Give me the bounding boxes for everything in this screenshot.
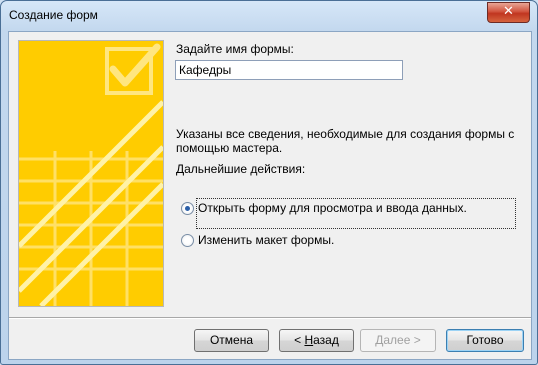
back-prefix: < bbox=[294, 333, 305, 347]
back-rest: азад bbox=[313, 333, 339, 347]
radio-unselected-icon[interactable] bbox=[181, 233, 194, 247]
form-name-input[interactable] bbox=[175, 60, 403, 80]
back-hotkey: Н bbox=[304, 333, 314, 347]
option-edit-layout[interactable]: Изменить макет формы. bbox=[181, 232, 334, 248]
dialog-client-area: Задайте имя формы: Указаны все сведения,… bbox=[8, 31, 532, 360]
dialog-window: Создание форм ✕ Задайте имя формы: Кафед… bbox=[0, 0, 538, 365]
form-name-label: Задайте имя формы: bbox=[176, 42, 294, 56]
finish-button[interactable]: Готово bbox=[446, 329, 524, 352]
title-bar[interactable]: Создание форм ✕ bbox=[1, 1, 537, 31]
option-edit-layout-label[interactable]: Изменить макет формы. bbox=[198, 233, 334, 247]
close-icon: ✕ bbox=[503, 4, 514, 19]
separator bbox=[9, 317, 531, 319]
radio-selected-icon[interactable] bbox=[181, 201, 194, 215]
cancel-button[interactable]: Отмена bbox=[194, 329, 269, 352]
checkmark-grid-icon bbox=[19, 41, 163, 306]
back-button[interactable]: < Назад bbox=[279, 329, 354, 352]
close-button[interactable]: ✕ bbox=[487, 2, 530, 23]
wizard-illustration bbox=[18, 40, 164, 307]
option-open-form[interactable]: Открыть форму для просмотра и ввода данн… bbox=[181, 200, 467, 216]
next-button[interactable]: Далее > bbox=[360, 329, 436, 352]
info-text: Указаны все сведения, необходимые для со… bbox=[176, 127, 515, 155]
next-actions-label: Дальнейшие действия: bbox=[176, 162, 306, 176]
option-open-form-label[interactable]: Открыть форму для просмотра и ввода данн… bbox=[198, 201, 467, 215]
window-title: Создание форм bbox=[9, 8, 98, 22]
